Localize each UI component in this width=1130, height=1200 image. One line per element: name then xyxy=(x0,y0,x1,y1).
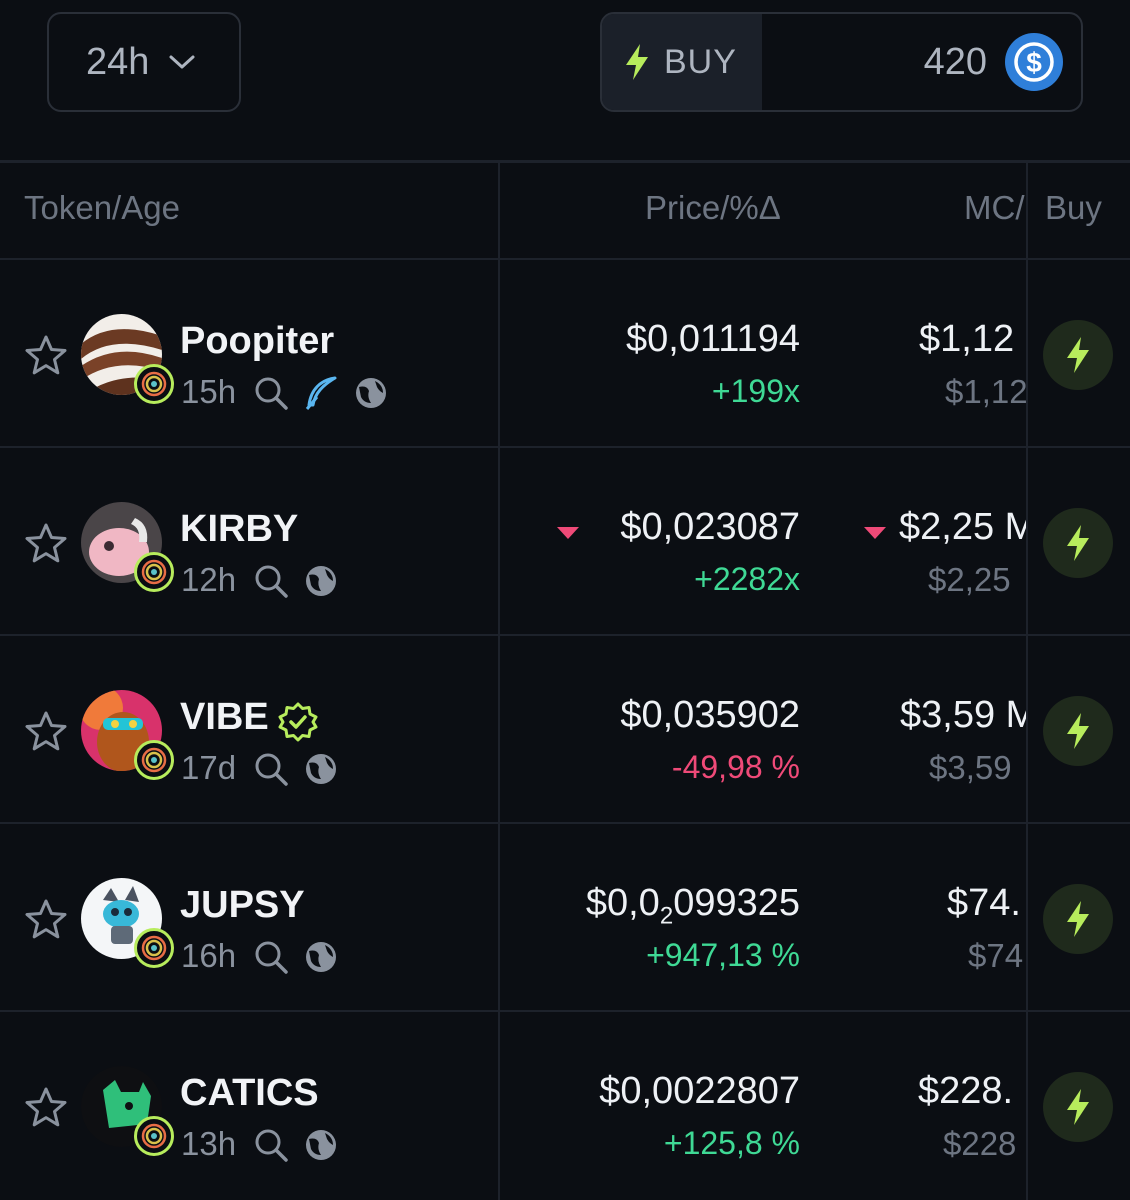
quick-buy-control: BUY 420 $ xyxy=(600,12,1083,112)
star-icon[interactable] xyxy=(24,522,68,564)
token-name: CATICS xyxy=(180,1072,319,1114)
lightning-icon xyxy=(1067,713,1089,749)
verified-icon xyxy=(278,702,318,742)
token-name: KIRBY xyxy=(180,508,299,550)
lightning-icon xyxy=(1067,525,1089,561)
table-header: Token/Age Price/%Δ MC/ Buy xyxy=(0,163,1130,256)
launchpad-icon xyxy=(141,559,167,585)
price-change: +947,13 % xyxy=(646,937,800,973)
column-header-token[interactable]: Token/Age xyxy=(24,189,180,227)
token-age: 12h xyxy=(181,561,237,598)
token-name: Poopiter xyxy=(180,320,335,362)
token-age: 13h xyxy=(181,1125,237,1162)
top-bar: 24h BUY 420 $ xyxy=(0,0,1130,160)
buy-button[interactable] xyxy=(1043,320,1113,390)
search-icon[interactable] xyxy=(253,563,289,599)
market-cap-secondary: $2,25 xyxy=(928,561,1011,598)
launchpad-icon xyxy=(141,1123,167,1149)
table-row[interactable]: JUPSY 16h $0,02099325 +947,13 % $74. $74 xyxy=(0,822,1130,1010)
buy-button[interactable] xyxy=(1043,508,1113,578)
market-cap: $228. xyxy=(918,1070,1014,1112)
column-header-price[interactable]: Price/%Δ xyxy=(645,189,781,227)
globe-icon[interactable] xyxy=(303,1127,339,1163)
quick-buy-button[interactable]: BUY xyxy=(602,14,762,110)
token-name: VIBE xyxy=(180,696,269,738)
launchpad-badge xyxy=(134,364,174,404)
lightning-icon xyxy=(1067,1089,1089,1125)
market-cap-secondary: $228 xyxy=(943,1125,1017,1162)
buy-amount-value: 420 xyxy=(923,40,987,83)
table-row[interactable]: VIBE 17d $0,035902 -49,98 % $3,59 M $3,5… xyxy=(0,634,1130,822)
token-price: $0,023087 xyxy=(620,506,800,548)
price-change: +125,8 % xyxy=(663,1125,800,1161)
market-cap-cell: $3,59 M $3,59 xyxy=(830,636,1026,824)
market-cap: $3,59 M xyxy=(900,694,1026,736)
buy-button[interactable] xyxy=(1043,1072,1113,1142)
market-cap-cell: $1,12 M $1,12 xyxy=(830,260,1026,448)
chevron-down-icon xyxy=(169,55,195,69)
table-row[interactable]: KIRBY 12h $0,023087 +2282x $2,25 M $2,25 xyxy=(0,446,1130,634)
market-cap: $2,25 M xyxy=(899,506,1026,548)
launchpad-icon xyxy=(141,747,167,773)
column-header-mc[interactable]: MC/ xyxy=(964,189,1026,227)
quick-buy-label: BUY xyxy=(664,42,737,81)
buy-button[interactable] xyxy=(1043,884,1113,954)
price-down-marker-icon xyxy=(557,527,579,539)
buy-amount-input[interactable]: 420 $ xyxy=(762,14,1081,110)
token-age: 17d xyxy=(181,749,237,786)
token-price: $0,0022807 xyxy=(599,1070,800,1112)
search-icon[interactable] xyxy=(253,939,289,975)
launchpad-badge xyxy=(134,552,174,592)
launchpad-badge xyxy=(134,928,174,968)
market-cap-secondary: $74 xyxy=(968,937,1024,974)
market-cap-cell: $2,25 M $2,25 xyxy=(830,448,1026,636)
token-age: 15h xyxy=(181,373,237,410)
globe-icon[interactable] xyxy=(353,375,389,411)
price-suffix: 099325 xyxy=(673,882,800,924)
market-cap-cell: $228. $228 xyxy=(830,1012,1026,1200)
globe-icon[interactable] xyxy=(303,563,339,599)
timeframe-label: 24h xyxy=(86,40,150,83)
globe-icon[interactable] xyxy=(303,939,339,975)
search-icon[interactable] xyxy=(253,1127,289,1163)
lightning-icon xyxy=(1067,337,1089,373)
launchpad-icon xyxy=(141,935,167,961)
token-price: $0,035902 xyxy=(620,694,800,736)
usdc-icon: $ xyxy=(1005,33,1063,91)
price-prefix: $0,0 xyxy=(585,882,660,924)
token-price: $0,011194 xyxy=(626,318,800,360)
price-change: +199x xyxy=(711,373,800,409)
table-row[interactable]: CATICS 13h $0,0022807 +125,8 % $228. $22… xyxy=(0,1010,1130,1198)
table-row[interactable]: Poopiter 15h $0,011194 +199x $1,12 M $1,… xyxy=(0,258,1130,446)
column-header-buy: Buy xyxy=(1045,189,1102,226)
market-cap-cell: $74. $74 xyxy=(830,824,1026,1012)
star-icon[interactable] xyxy=(24,710,68,752)
market-cap: $1,12 M xyxy=(919,318,1026,360)
feather-icon[interactable] xyxy=(303,375,339,411)
lightning-icon xyxy=(1067,901,1089,937)
buy-button[interactable] xyxy=(1043,696,1113,766)
star-icon[interactable] xyxy=(24,898,68,940)
price-zero-count: 2 xyxy=(659,902,674,930)
mc-down-marker-icon xyxy=(864,527,886,539)
launchpad-badge xyxy=(134,1116,174,1156)
launchpad-icon xyxy=(141,371,167,397)
star-icon[interactable] xyxy=(24,334,68,376)
lightning-icon xyxy=(626,44,648,80)
launchpad-badge xyxy=(134,740,174,780)
token-price: $0,02099325 xyxy=(586,882,800,931)
timeframe-dropdown[interactable]: 24h xyxy=(47,12,241,112)
token-name: JUPSY xyxy=(180,884,305,926)
search-icon[interactable] xyxy=(253,375,289,411)
token-age: 16h xyxy=(181,937,237,974)
svg-text:$: $ xyxy=(1026,47,1042,78)
market-cap-secondary: $1,12 xyxy=(945,373,1026,410)
market-cap-secondary: $3,59 xyxy=(929,749,1012,786)
price-change: +2282x xyxy=(694,561,800,597)
market-cap: $74. xyxy=(947,882,1021,924)
search-icon[interactable] xyxy=(253,751,289,787)
star-icon[interactable] xyxy=(24,1086,68,1128)
globe-icon[interactable] xyxy=(303,751,339,787)
price-change: -49,98 % xyxy=(671,749,800,785)
